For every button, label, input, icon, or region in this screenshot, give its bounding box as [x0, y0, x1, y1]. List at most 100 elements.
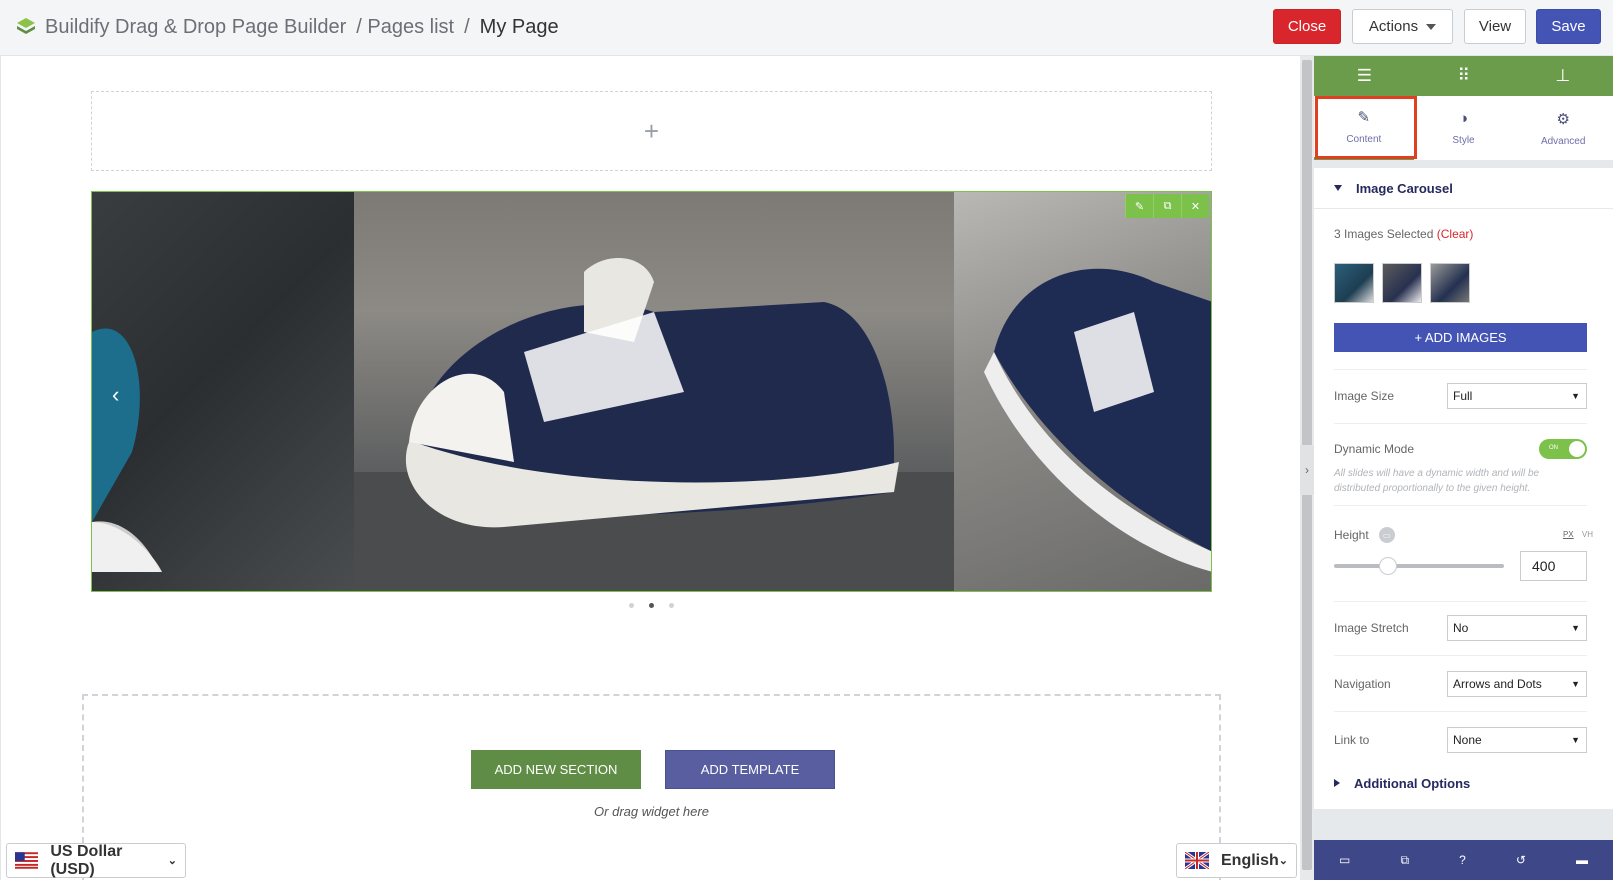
height-label: Height — [1334, 528, 1369, 542]
tab-content[interactable]: ✎ Content — [1314, 96, 1417, 160]
tab-style-label: Style — [1452, 135, 1475, 146]
carousel-dot-2[interactable] — [649, 603, 654, 608]
caret-down-icon — [1334, 185, 1342, 191]
tab-advanced-label: Advanced — [1540, 135, 1586, 147]
carousel-slide-3 — [954, 192, 1211, 591]
breadcrumb-pages-list[interactable]: / Pages list — [356, 16, 454, 39]
view-button[interactable]: View — [1464, 9, 1526, 44]
dynamic-mode-hint: All slides will have a dynamic width and… — [1334, 468, 1540, 494]
navigation-select[interactable]: Arrows and Dots ▼ — [1447, 671, 1587, 697]
image-stretch-select[interactable]: No ▼ — [1447, 615, 1587, 641]
desktop-preview-icon[interactable]: ▭ — [1339, 853, 1350, 867]
us-flag-icon — [15, 852, 39, 869]
history-icon[interactable]: ↺ — [1516, 853, 1526, 867]
breadcrumb-separator: / — [464, 16, 470, 38]
select-arrow-icon: ▼ — [1571, 623, 1580, 633]
link-to-select[interactable]: None ▼ — [1447, 727, 1587, 753]
save-button[interactable]: Save — [1536, 9, 1601, 44]
divider — [1334, 423, 1587, 424]
height-slider[interactable] — [1334, 557, 1504, 575]
hamburger-menu-icon[interactable]: ☰ — [1357, 66, 1372, 86]
image-size-row: Image Size Full ▼ — [1334, 383, 1587, 409]
actions-dropdown-button[interactable]: Actions — [1352, 9, 1453, 44]
chevron-right-icon: › — [1305, 463, 1309, 477]
select-arrow-icon: ▼ — [1571, 391, 1580, 401]
panel-collapse-handle[interactable]: › — [1300, 445, 1314, 495]
caret-down-icon — [1426, 23, 1437, 30]
unit-px[interactable]: PX — [1563, 530, 1574, 539]
add-new-section-button[interactable]: ADD NEW SECTION — [471, 750, 641, 789]
help-icon[interactable]: ? — [1459, 853, 1466, 867]
responsive-mode-icon[interactable]: ⧉ — [1400, 853, 1409, 868]
delete-x-icon[interactable]: ✕ — [1181, 194, 1209, 218]
add-images-button[interactable]: + ADD IMAGES — [1334, 323, 1587, 352]
navigation-row: Navigation Arrows and Dots ▼ — [1334, 671, 1587, 697]
panel-footer: ▭ ⧉ ? ↺ ▬ — [1314, 840, 1613, 880]
image-carousel-section-header[interactable]: Image Carousel — [1314, 168, 1613, 208]
chevron-down-icon: ⌄ — [1278, 855, 1288, 867]
image-size-select[interactable]: Full ▼ — [1447, 383, 1587, 409]
navigator-tree-icon[interactable]: ⊥ — [1555, 66, 1570, 86]
currency-selector[interactable]: US Dollar (USD) ⌄ — [6, 843, 186, 878]
gear-icon: ⚙ — [1556, 110, 1570, 128]
folder-icon[interactable]: ▬ — [1576, 853, 1588, 867]
tab-advanced[interactable]: ⚙ Advanced — [1513, 96, 1613, 160]
add-images-label: + ADD IMAGES — [1414, 330, 1507, 345]
dynamic-mode-toggle[interactable]: ON — [1539, 439, 1587, 459]
additional-options-title: Additional Options — [1354, 775, 1471, 791]
uk-flag-icon — [1185, 852, 1209, 869]
breadcrumb-current-page: My Page — [479, 16, 559, 38]
image-thumbnails — [1334, 263, 1470, 303]
panel-top-bar: ☰ ⠿ ⊥ — [1314, 56, 1613, 96]
add-template-button[interactable]: ADD TEMPLATE — [665, 750, 835, 789]
navigation-value: Arrows and Dots — [1453, 677, 1542, 691]
duplicate-icon[interactable]: ⧉ — [1153, 194, 1181, 218]
panel-tabs: ✎ Content ◑ Style ⚙ Advanced — [1314, 96, 1613, 160]
thumbnail-1[interactable] — [1334, 263, 1374, 303]
close-button[interactable]: Close — [1273, 9, 1341, 44]
image-stretch-label: Image Stretch — [1334, 621, 1409, 635]
link-to-value: None — [1453, 733, 1482, 747]
height-input[interactable]: 400 — [1520, 551, 1587, 581]
widgets-grid-icon[interactable]: ⠿ — [1457, 66, 1469, 86]
dynamic-mode-row: Dynamic Mode ON — [1334, 439, 1587, 459]
navigation-label: Navigation — [1334, 677, 1391, 691]
toggle-knob — [1569, 441, 1585, 457]
carousel-dot-1[interactable] — [629, 603, 634, 608]
image-carousel-widget[interactable]: ‹ ✎ ⧉ ✕ — [91, 191, 1212, 592]
select-arrow-icon: ▼ — [1571, 735, 1580, 745]
image-stretch-value: No — [1453, 621, 1469, 635]
navy-sneaker-image — [354, 258, 954, 591]
language-selector[interactable]: English ⌄ — [1176, 843, 1297, 878]
tab-style[interactable]: ◑ Style — [1414, 96, 1514, 160]
image-size-value: Full — [1453, 389, 1473, 403]
height-units: PX VH — [1563, 530, 1593, 539]
unit-vh[interactable]: VH — [1582, 530, 1593, 539]
editor-panel: ☰ ⠿ ⊥ ✎ Content ◑ Style ⚙ Advanced Image… — [1314, 56, 1613, 880]
divider — [1334, 505, 1587, 506]
pencil-icon: ✎ — [1357, 109, 1371, 126]
clear-images-link[interactable]: (Clear) — [1437, 227, 1474, 241]
chevron-down-icon: ⌄ — [167, 855, 177, 867]
navy-sneaker-side-image — [984, 268, 1211, 572]
divider — [1334, 711, 1587, 712]
carousel-dots — [629, 603, 674, 608]
carousel-slide-2 — [354, 192, 954, 591]
thumbnail-3[interactable] — [1430, 263, 1470, 303]
tab-content-label: Content — [1346, 134, 1382, 145]
carousel-prev-arrow[interactable]: ‹ — [112, 382, 119, 408]
save-button-label: Save — [1551, 18, 1586, 35]
add-section-placeholder[interactable]: + — [91, 91, 1212, 171]
edit-pencil-icon[interactable]: ✎ — [1125, 194, 1153, 218]
responsive-device-icon[interactable]: ▭ — [1378, 527, 1395, 543]
widget-drop-area[interactable]: ADD NEW SECTION ADD TEMPLATE Or drag wid… — [82, 694, 1221, 880]
caret-right-icon — [1334, 779, 1340, 787]
thumbnail-2[interactable] — [1382, 263, 1422, 303]
carousel-dot-3[interactable] — [669, 603, 674, 608]
close-button-label: Close — [1287, 18, 1327, 35]
breadcrumb-builder[interactable]: Buildify Drag & Drop Page Builder — [45, 16, 346, 39]
top-bar: Buildify Drag & Drop Page Builder / Page… — [0, 0, 1613, 56]
height-slider-knob[interactable] — [1379, 557, 1398, 575]
additional-options-header[interactable]: Additional Options — [1314, 762, 1613, 804]
view-button-label: View — [1478, 18, 1512, 35]
